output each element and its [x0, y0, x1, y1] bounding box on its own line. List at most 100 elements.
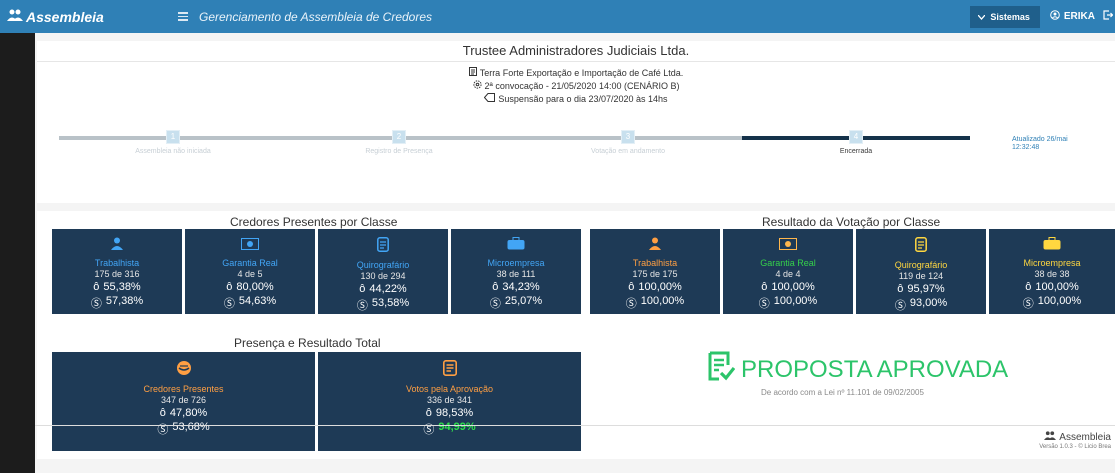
- user-circle-icon: [1050, 10, 1060, 23]
- present-tile-trabalhista: Trabalhista 175 de 316 ô 55,38% Ⓢ 57,38%: [52, 229, 182, 314]
- tile-count: 336 de 341: [426, 395, 473, 405]
- total-tile-present: Credores Presentes 347 de 726 ô 47,80% Ⓢ 5…: [52, 352, 315, 451]
- present-tile-microempresa: Microempresa 38 de 111 ô 34,23% Ⓢ 25,07%: [451, 229, 581, 314]
- user-name: ERIKA: [1063, 11, 1095, 22]
- tile-name: Quirografário: [894, 260, 948, 270]
- heads-icon: ô: [425, 407, 432, 419]
- people-icon: [1044, 431, 1057, 443]
- progress-label-3: Votação em andamento: [591, 148, 665, 155]
- assembly-header-card: Trustee Administradores Judiciais Ltda. …: [37, 41, 1115, 203]
- person-icon: [52, 237, 182, 255]
- approval-banner: PROPOSTA APROVADA: [707, 351, 1008, 388]
- tile-name: Credores Presentes: [143, 384, 224, 394]
- money-icon: [723, 237, 853, 255]
- dollar-icon: Ⓢ: [223, 298, 235, 310]
- tile-pct-value: 53,58%: [371, 297, 410, 309]
- document-icon: [856, 237, 986, 257]
- tile-name: Trabalhista: [94, 258, 140, 268]
- tile-pct-heads: 95,97%: [907, 283, 945, 295]
- page-title: Gerenciamento de Assembleia de Credores: [199, 9, 433, 24]
- tile-pct-value: 93,00%: [909, 297, 948, 309]
- money-icon: [185, 237, 315, 255]
- document-check-icon: [318, 360, 581, 381]
- tile-name: Microempresa: [487, 258, 545, 268]
- brand-logo[interactable]: Assembleia: [0, 9, 175, 25]
- heads-icon: ô: [761, 281, 768, 293]
- tile-count: 175 de 175: [632, 269, 678, 279]
- tile-count: 175 de 316: [94, 269, 140, 279]
- suspension-info: Suspensão para o dia 23/07/2020 às 14hs: [498, 94, 668, 104]
- tile-name: Quirografário: [356, 260, 410, 270]
- result-tile-quirografario: Quirografário 119 de 124 ô 95,97% Ⓢ 93,00%: [856, 229, 986, 314]
- tile-pct-heads: 100,00%: [771, 281, 815, 293]
- handshake-icon: [52, 360, 315, 381]
- convocation-info: 2ª convocação - 21/05/2020 14:00 (CENÁRI…: [484, 81, 680, 91]
- tile-count: 38 de 111: [496, 269, 536, 279]
- result-tile-trabalhista: Trabalhista 175 de 175 ô 100,00% Ⓢ 100,00%: [590, 229, 720, 314]
- progress-label-1: Assembleia não iniciada: [135, 148, 211, 155]
- present-tile-quirografario: Quirografário 130 de 294 ô 44,22% Ⓢ 53,58%: [318, 229, 448, 314]
- tile-pct-heads: 44,22%: [369, 283, 407, 295]
- present-tile-garantia-real: Garantia Real 4 de 5 ô 80,00% Ⓢ 54,63%: [185, 229, 315, 314]
- heads-icon: ô: [226, 281, 233, 293]
- briefcase-icon: [989, 237, 1115, 255]
- total-section-title: Presença e Resultado Total: [234, 336, 381, 350]
- main-content: Trustee Administradores Judiciais Ltda. …: [35, 33, 1115, 473]
- systems-dropdown[interactable]: Sistemas: [970, 5, 1040, 28]
- progress-step-1: 1: [166, 130, 180, 144]
- progress-label-4: Encerrada: [839, 148, 873, 155]
- tile-count: 4 de 4: [775, 269, 801, 279]
- updated-date: Atualizado 26/mai: [1012, 136, 1068, 143]
- heads-icon: ô: [359, 283, 366, 295]
- gear-icon: [472, 80, 482, 93]
- briefcase-icon: [451, 237, 581, 255]
- tile-pct-value: 25,07%: [504, 295, 543, 307]
- tile-pct-heads: 98,53%: [435, 407, 474, 419]
- result-tile-garantia-real: Garantia Real 4 de 4 ô 100,00% Ⓢ 100,00%: [723, 229, 853, 314]
- footer-brand-name: Assembleia: [1059, 431, 1111, 443]
- dollar-icon: Ⓢ: [90, 298, 102, 310]
- dollar-icon: Ⓢ: [894, 300, 906, 312]
- tile-pct-value: 100,00%: [1037, 295, 1082, 307]
- dollar-icon: Ⓢ: [489, 298, 501, 310]
- dashboard-card: Credores Presentes por Classe Resultado …: [37, 211, 1115, 459]
- document-icon: [318, 237, 448, 257]
- assembly-info: Terra Forte Exportação e Importação de C…: [37, 67, 1115, 106]
- heads-icon: ô: [628, 281, 635, 293]
- approval-law: De acordo com a Lei nº 11.101 de 09/02/2…: [761, 388, 924, 397]
- updated-timestamp: Atualizado 26/mai 12:32:48: [1012, 136, 1068, 152]
- tile-pct-heads: 55,38%: [103, 281, 141, 293]
- logout-icon[interactable]: [1103, 10, 1114, 23]
- tile-name: Garantia Real: [760, 258, 816, 268]
- dollar-icon: Ⓢ: [356, 300, 368, 312]
- heads-icon: ô: [159, 407, 166, 419]
- dollar-icon: Ⓢ: [1022, 298, 1034, 310]
- tile-pct-value: 53,68%: [172, 421, 210, 433]
- heads-icon: ô: [1025, 281, 1032, 293]
- tile-name: Garantia Real: [222, 258, 278, 268]
- document-icon: [468, 67, 477, 80]
- dollar-icon: Ⓢ: [157, 424, 169, 436]
- tile-count: 347 de 726: [160, 395, 207, 405]
- tile-pct-heads: 100,00%: [1035, 281, 1079, 293]
- tile-name: Votos pela Aprovação: [405, 384, 494, 394]
- dollar-icon: Ⓢ: [758, 298, 770, 310]
- progress-step-2: 2: [392, 130, 406, 144]
- tile-pct-heads: 34,23%: [502, 281, 540, 293]
- menu-toggle-icon[interactable]: [175, 9, 191, 25]
- present-section-title: Credores Presentes por Classe: [230, 215, 398, 229]
- tile-pct-value: 54,63%: [238, 295, 277, 307]
- tile-name: Microempresa: [1023, 258, 1081, 268]
- footer-brand: Assembleia: [1044, 431, 1111, 443]
- chevron-down-icon: [977, 12, 986, 22]
- person-icon: [590, 237, 720, 255]
- approval-text: PROPOSTA APROVADA: [741, 355, 1009, 383]
- tile-pct-heads: 100,00%: [638, 281, 682, 293]
- progress-step-3: 3: [621, 130, 635, 144]
- document-check-icon: [707, 351, 736, 388]
- user-menu[interactable]: ERIKA: [1050, 10, 1095, 23]
- tile-pct-value: 57,38%: [105, 295, 144, 307]
- tile-pct-value: 100,00%: [773, 295, 818, 307]
- updated-time: 12:32:48: [1012, 144, 1040, 151]
- company-name: Terra Forte Exportação e Importação de C…: [479, 68, 684, 78]
